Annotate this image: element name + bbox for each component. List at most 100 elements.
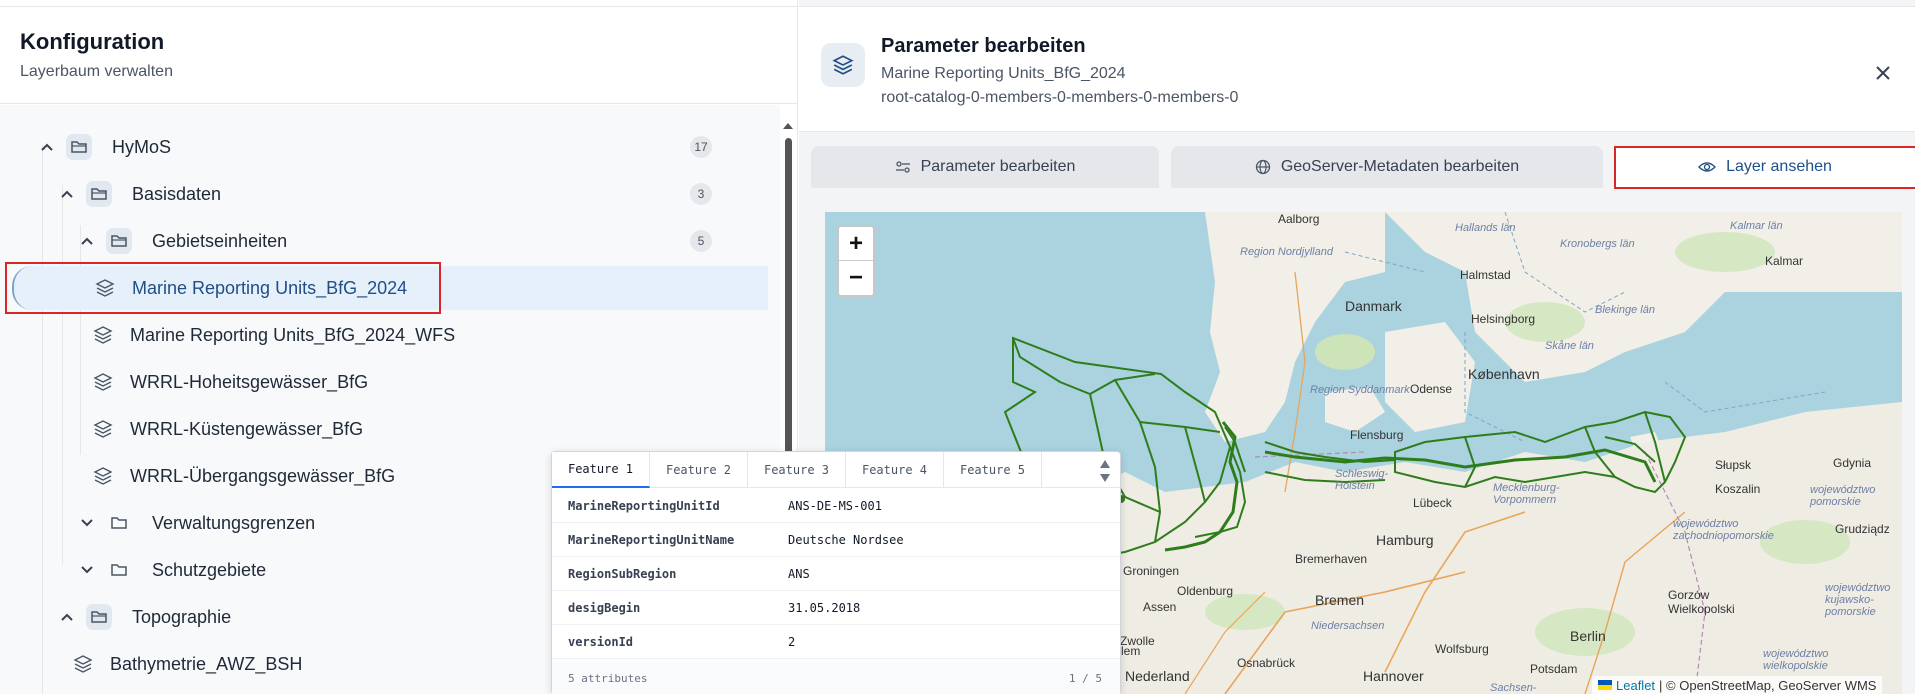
tree-layer-wrrl-kuestengewaesser[interactable]: WRRL-Küstengewässer_BfG	[92, 409, 363, 449]
tree-label: Bathymetrie_AWZ_BSH	[110, 653, 303, 674]
tab-geoserver-metadaten[interactable]: GeoServer-Metadaten bearbeiten	[1171, 146, 1603, 188]
map-label: Mecklenburg-Vorpommern	[1493, 482, 1560, 506]
tree-label: HyMoS	[112, 136, 172, 157]
tree-folder-basisdaten[interactable]: Basisdaten	[58, 174, 221, 214]
edit-header: Parameter bearbeiten Marine Reporting Un…	[799, 6, 1915, 132]
globe-icon	[1255, 159, 1270, 175]
map-label: Blekinge län	[1595, 304, 1655, 316]
scroll-arrows-icon[interactable]	[1098, 456, 1112, 486]
map-label: Kronobergs län	[1560, 238, 1635, 250]
map-label: Sachsen-	[1490, 682, 1537, 694]
map-label: Wolfsburg	[1435, 642, 1489, 656]
chevron-up-icon[interactable]	[78, 232, 96, 250]
leaflet-link[interactable]: Leaflet	[1616, 678, 1655, 693]
chevron-down-icon[interactable]	[78, 561, 96, 579]
map-label: Region Syddanmark	[1310, 384, 1410, 396]
attribute-value: 2	[788, 634, 796, 649]
attribute-key: MarineReportingUnitId	[568, 498, 720, 513]
chevron-up-icon[interactable]	[38, 138, 56, 156]
sliders-icon	[895, 161, 910, 173]
tree-label: Gebietseinheiten	[152, 230, 288, 251]
layers-icon	[92, 465, 114, 487]
map-label: Słupsk	[1715, 458, 1752, 472]
folder-icon	[106, 510, 132, 536]
map-label: Hallands län	[1455, 222, 1516, 234]
attribute-value: ANS-DE-MS-001	[788, 498, 882, 513]
scroll-up-arrow-icon[interactable]	[782, 121, 794, 131]
tree-layer-bathymetrie[interactable]: Bathymetrie_AWZ_BSH	[72, 644, 302, 684]
feature-pager: 1 / 5	[1068, 671, 1102, 685]
map-label: Groningen	[1123, 564, 1180, 578]
layers-icon	[92, 371, 114, 393]
attribute-value: Deutsche Nordsee	[788, 532, 904, 547]
map-label: Niedersachsen	[1311, 620, 1385, 632]
tree-folder-gebietseinheiten[interactable]: Gebietseinheiten	[78, 221, 287, 261]
tree-layer-wrrl-hoheitsgewaesser[interactable]: WRRL-Hoheitsgewässer_BfG	[92, 362, 368, 402]
layers-icon	[92, 324, 114, 346]
tree-folder-topographie[interactable]: Topographie	[58, 597, 231, 637]
attribute-key: desigBegin	[568, 600, 641, 615]
attribute-key: RegionSubRegion	[568, 566, 677, 581]
attribution-text: | © OpenStreetMap, GeoServer WMS	[1659, 677, 1877, 693]
tree-label: WRRL-Hoheitsgewässer_BfG	[130, 371, 369, 392]
config-title: Konfiguration	[20, 29, 165, 54]
map-label: Assen	[1143, 600, 1177, 614]
tree-layer-wrrl-uebergangsgewaesser[interactable]: WRRL-Übergangsgewässer_BfG	[92, 456, 395, 496]
close-icon[interactable]	[1873, 63, 1893, 83]
map-label: Odense	[1410, 382, 1453, 396]
tree-guide-line	[62, 185, 63, 565]
folder-open-icon	[86, 181, 112, 207]
map-label: København	[1468, 366, 1540, 382]
feature-tab-4[interactable]: Feature 4	[846, 452, 944, 488]
zoom-out-button[interactable]: −	[839, 261, 873, 295]
map-label: Aalborg	[1278, 212, 1320, 226]
chevron-up-icon[interactable]	[58, 185, 76, 203]
tree-folder-hymos[interactable]: HyMoS	[38, 127, 171, 167]
map-label: województwo wielkopolskie	[1763, 648, 1829, 672]
tab-label: Parameter bearbeiten	[920, 158, 1076, 175]
attribute-row: RegionSubRegion ANS	[552, 557, 1120, 591]
count-badge: 17	[690, 136, 712, 158]
feature-tab-3[interactable]: Feature 3	[748, 452, 846, 488]
layers-icon	[821, 43, 865, 87]
map-label: województwo pomorskie	[1810, 484, 1876, 508]
attribute-row: MarineReportingUnitName Deutsche Nordsee	[552, 523, 1120, 557]
tree-layer-marine-reporting-units-wfs[interactable]: Marine Reporting Units_BfG_2024_WFS	[92, 315, 455, 355]
map-label: Koszalin	[1715, 482, 1761, 496]
attribute-key: versionId	[568, 634, 634, 649]
feature-tab-2[interactable]: Feature 2	[650, 452, 748, 488]
active-tab-highlight-box	[1614, 146, 1915, 189]
map-label: Grudziądz	[1835, 522, 1890, 536]
edit-title: Parameter bearbeiten	[881, 35, 1086, 57]
tree-folder-schutzgebiete[interactable]: Schutzgebiete	[78, 550, 266, 590]
feature-tab-5[interactable]: Feature 5	[944, 452, 1042, 488]
map-label: Hannover	[1363, 668, 1424, 684]
tab-parameter-bearbeiten[interactable]: Parameter bearbeiten	[811, 146, 1159, 188]
layers-icon	[72, 653, 94, 675]
tree-label: Schutzgebiete	[152, 559, 267, 580]
map-label: Gdynia	[1833, 456, 1872, 470]
folder-open-icon	[86, 604, 112, 630]
map-label: Potsdam	[1530, 662, 1578, 676]
zoom-in-button[interactable]: +	[839, 227, 873, 261]
map-label: Gorzów Wielkopolski	[1668, 588, 1735, 616]
feature-tabs: Feature 1 Feature 2 Feature 3 Feature 4 …	[552, 452, 1120, 488]
tree-folder-verwaltungsgrenzen[interactable]: Verwaltungsgrenzen	[78, 503, 315, 543]
popup-footer: 5 attributes 1 / 5	[552, 662, 1120, 694]
map-label: Kalmar	[1765, 254, 1804, 268]
attribute-row: MarineReportingUnitId ANS-DE-MS-001	[552, 489, 1120, 523]
layers-icon	[92, 418, 114, 440]
map-label: Flensburg	[1350, 428, 1404, 442]
feature-tab-scroller[interactable]	[1098, 456, 1112, 486]
chevron-up-icon[interactable]	[58, 608, 76, 626]
map-label: Helsingborg	[1471, 312, 1536, 326]
map-label: Bremerhaven	[1295, 552, 1368, 566]
tree-label: Verwaltungsgrenzen	[152, 512, 316, 533]
tree-guide-line	[42, 145, 43, 694]
feature-tab-1[interactable]: Feature 1	[552, 452, 650, 488]
map-label: Kalmar län	[1730, 220, 1783, 232]
folder-icon	[106, 557, 132, 583]
chevron-down-icon[interactable]	[78, 514, 96, 532]
map-label: Danmark	[1345, 298, 1402, 314]
layer-path: root-catalog-0-members-0-members-0-membe…	[881, 89, 1239, 106]
